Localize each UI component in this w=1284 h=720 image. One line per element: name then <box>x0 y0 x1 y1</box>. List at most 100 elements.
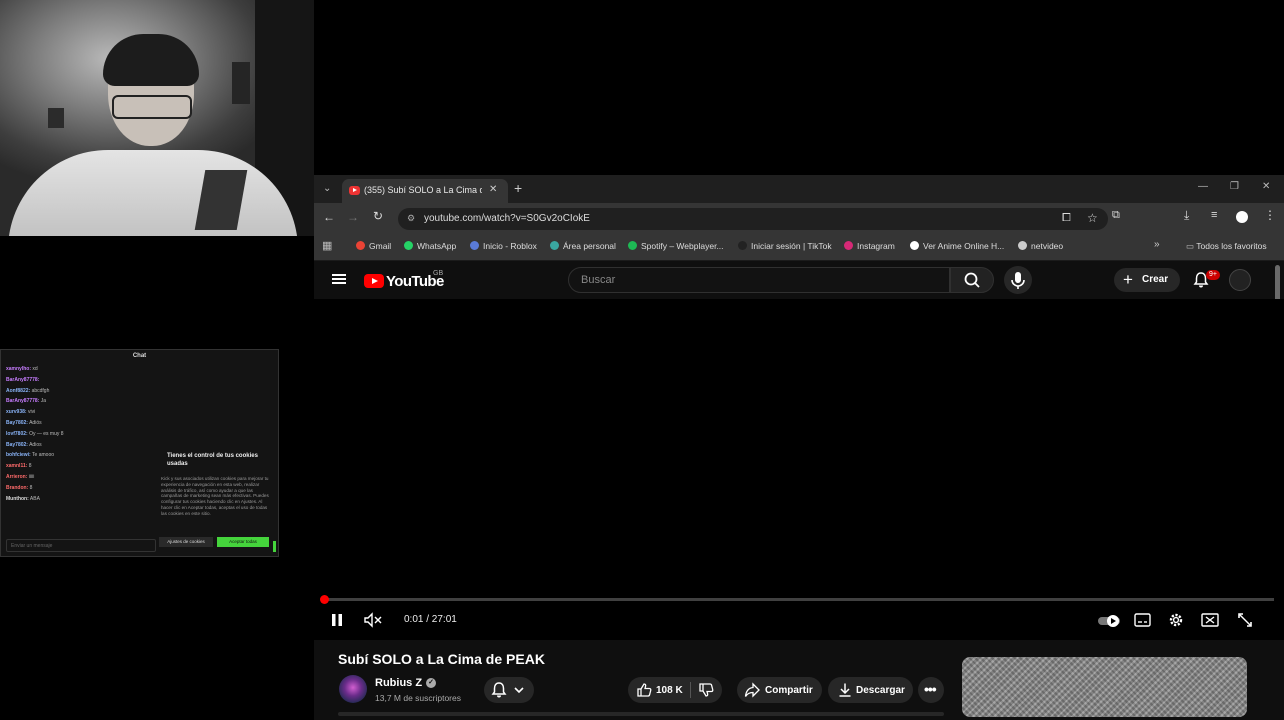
tab-close-icon[interactable]: ✕ <box>489 184 497 195</box>
voice-search-button[interactable] <box>1004 266 1032 294</box>
profile-icon[interactable] <box>1236 211 1248 223</box>
chat-username[interactable]: bohfciewi: <box>6 452 31 458</box>
bookmark-item[interactable]: Spotify – Webplayer... <box>628 241 724 251</box>
chat-username[interactable]: Brandon: <box>6 485 28 491</box>
bookmark-favicon-icon <box>470 241 479 250</box>
chat-text: Te amooo <box>32 452 55 459</box>
webcam-person-glasses <box>112 95 192 119</box>
fullscreen-button[interactable] <box>1237 612 1253 633</box>
minimize-icon[interactable]: — <box>1198 181 1208 192</box>
bookmark-item[interactable]: Inicio - Roblox <box>470 241 537 251</box>
video-progress-bar[interactable] <box>319 595 1274 604</box>
chat-username[interactable]: Bay7802: <box>6 420 28 426</box>
subtitles-button[interactable] <box>1134 612 1151 633</box>
volume-muted-icon <box>364 612 382 628</box>
all-bookmarks-label: Todos los favoritos <box>1196 241 1267 251</box>
chat-username[interactable]: Aonf8822: <box>6 388 30 394</box>
active-tab[interactable]: (355) Subí SOLO a La Cima de PEAK ✕ <box>342 179 508 203</box>
account-avatar[interactable] <box>1229 269 1251 291</box>
download-icon[interactable]: ⤓ <box>1184 208 1189 223</box>
pause-button[interactable] <box>330 612 344 633</box>
bookmark-item[interactable]: netvideo <box>1018 241 1063 251</box>
autoplay-toggle[interactable] <box>1098 614 1120 632</box>
chat-username[interactable]: xamnl11: <box>6 463 27 469</box>
share-label: Compartir <box>765 685 813 696</box>
cookie-settings-button[interactable]: Ajustes de cookies <box>159 537 213 547</box>
bookmark-item[interactable]: Área personal <box>550 241 616 251</box>
bookmark-favicon-icon <box>356 241 365 250</box>
chat-username[interactable]: xurv938: <box>6 409 27 415</box>
bookmark-star-icon[interactable]: ☆ <box>1087 211 1098 225</box>
settings-button[interactable] <box>1168 612 1184 633</box>
webcam-wall-picture <box>232 62 250 104</box>
address-bar[interactable]: ⚙ youtube.com/watch?v=S0Gv2oCIokE ⧠ ☆ <box>398 208 1108 230</box>
video-player[interactable]: 0:01 / 27:01 <box>314 299 1284 640</box>
chat-username[interactable]: xamnylho: <box>6 366 31 372</box>
tab-search-icon[interactable]: ⌄ <box>323 183 331 194</box>
media-icon[interactable]: ≡ <box>1211 209 1217 221</box>
bookmark-label: Área personal <box>563 241 616 251</box>
search-input[interactable]: Buscar <box>568 267 950 293</box>
chat-text: iiiii <box>28 474 35 480</box>
browser-menu-icon[interactable]: ⋮ <box>1264 208 1276 222</box>
bookmark-item[interactable]: Gmail <box>356 241 391 251</box>
chat-message: Bay7802: Adiós <box>6 420 42 426</box>
plus-icon: + <box>1123 270 1133 289</box>
bookmark-item[interactable]: Instagram <box>844 241 895 251</box>
chat-username[interactable]: BarAny87778: <box>6 398 39 404</box>
youtube-header: YouTube GB Buscar + Crear 9+ <box>314 261 1284 299</box>
close-window-icon[interactable]: ✕ <box>1262 181 1270 192</box>
channel-avatar[interactable] <box>339 675 367 703</box>
chat-text: Oy — es muy 8 <box>29 430 64 437</box>
tab-title: (355) Subí SOLO a La Cima de PEAK <box>364 185 482 195</box>
youtube-logo-icon[interactable] <box>364 274 384 288</box>
chat-overlay: Chat xamnylho: xd BarAny87778: Aonf8822: … <box>0 349 279 557</box>
bookmark-label: Ver Anime Online H... <box>923 241 1005 251</box>
guide-menu-icon[interactable] <box>332 274 346 276</box>
miniplayer-button[interactable] <box>1201 612 1219 633</box>
back-icon[interactable]: ← <box>323 210 335 224</box>
apps-grid-icon[interactable]: ▦ <box>322 239 332 252</box>
forward-icon[interactable]: → <box>347 210 359 224</box>
chat-username[interactable]: lovf7802: <box>6 431 28 437</box>
chat-username[interactable]: Bay7802: <box>6 442 28 448</box>
gear-icon <box>1169 613 1183 627</box>
reload-icon[interactable]: ↻ <box>373 209 383 223</box>
bookmark-item[interactable]: WhatsApp <box>404 241 456 251</box>
subtitles-icon <box>1134 613 1151 627</box>
chat-input[interactable]: Enviar un mensaje <box>6 539 156 552</box>
chat-message: Aonf8822: abcdfgh <box>6 388 49 394</box>
bookmark-label: WhatsApp <box>417 241 457 251</box>
like-button[interactable]: 108 K <box>628 677 688 703</box>
chat-username[interactable]: Munthon: <box>6 496 29 502</box>
thumbs-down-icon <box>699 683 714 697</box>
create-button[interactable]: + Crear <box>1114 268 1180 292</box>
share-button[interactable]: Compartir <box>737 677 822 703</box>
channel-name[interactable]: Rubius Z <box>375 677 422 689</box>
like-count: 108 K <box>656 685 683 696</box>
maximize-icon[interactable]: ❐ <box>1230 181 1239 192</box>
chat-username[interactable]: BarAny87778: <box>6 377 39 383</box>
chat-username[interactable]: Arrieron: <box>6 474 27 480</box>
progress-scrubber[interactable] <box>319 595 329 604</box>
bookmark-label: Iniciar sesión | TikTok <box>751 241 832 251</box>
new-tab-icon[interactable]: + <box>514 180 522 196</box>
all-bookmarks-folder[interactable]: ▭ Todos los favoritos <box>1186 241 1267 252</box>
verified-badge-icon: ✓ <box>426 678 436 688</box>
recommended-video-thumbnail[interactable] <box>962 657 1247 717</box>
mute-button[interactable] <box>363 612 383 633</box>
cast-icon[interactable]: ⧠ <box>1062 212 1071 225</box>
extensions-puzzle-icon[interactable]: ⧉ <box>1112 209 1120 222</box>
bookmark-item[interactable]: Ver Anime Online H... <box>910 241 1004 251</box>
more-bookmarks-icon[interactable]: » <box>1154 239 1160 250</box>
site-info-icon[interactable]: ⚙ <box>407 213 415 224</box>
search-button[interactable] <box>950 267 994 293</box>
cookie-accept-button[interactable]: Aceptar todas <box>217 537 269 547</box>
subscribed-notifications-button[interactable] <box>484 677 534 703</box>
dislike-button[interactable] <box>692 677 722 703</box>
download-button[interactable]: Descargar <box>828 677 913 703</box>
more-actions-button[interactable]: ••• <box>918 677 944 703</box>
chat-send-button[interactable] <box>273 541 276 552</box>
bookmark-item[interactable]: Iniciar sesión | TikTok <box>738 241 832 251</box>
chat-text: abcdfgh <box>31 387 50 394</box>
